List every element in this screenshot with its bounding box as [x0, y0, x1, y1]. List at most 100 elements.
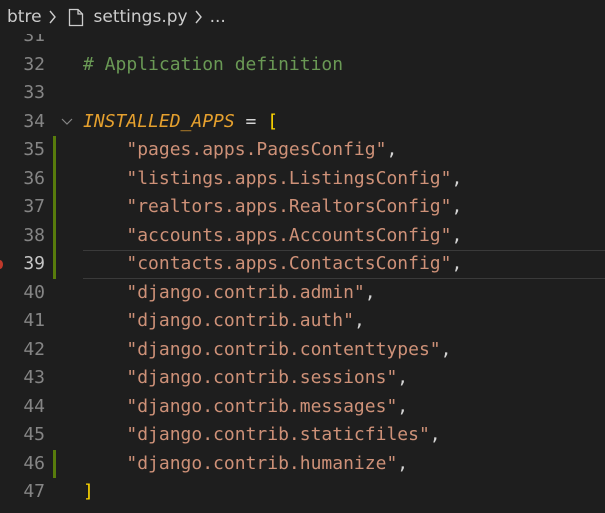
- breadcrumb-folder[interactable]: btre: [7, 7, 42, 27]
- line-number: 40: [23, 281, 45, 303]
- token-punc: ,: [451, 196, 463, 217]
- code-line[interactable]: 34 INSTALLED_APPS = [: [0, 108, 605, 137]
- chevron-right-icon: [188, 10, 210, 24]
- token-comment: # Application definition: [83, 53, 344, 75]
- token-str: "accounts.apps.AccountsConfig": [126, 224, 452, 246]
- modified-line-indicator[interactable]: [53, 449, 56, 478]
- code-line[interactable]: 38 "accounts.apps.AccountsConfig",: [0, 221, 605, 251]
- code-text: "contacts.apps.ContactsConfig",: [83, 250, 462, 279]
- line-number: 35: [23, 139, 45, 160]
- line-number: 44: [23, 395, 45, 417]
- code-line[interactable]: 47]: [0, 478, 605, 507]
- token-punc: ,: [451, 253, 463, 274]
- code-text: "accounts.apps.AccountsConfig",: [83, 222, 462, 251]
- token-str: "contacts.apps.ContactsConfig": [126, 253, 452, 274]
- code-line[interactable]: 36 "listings.apps.ListingsConfig",: [0, 164, 605, 194]
- code-line[interactable]: 37 "realtors.apps.RealtorsConfig",: [0, 193, 605, 222]
- modified-line-indicator[interactable]: [53, 221, 56, 250]
- code-text: "pages.apps.PagesConfig",: [83, 136, 397, 165]
- token-str: "django.contrib.auth": [126, 310, 354, 331]
- token-str: "django.contrib.contenttypes": [126, 338, 441, 360]
- modified-line-indicator[interactable]: [53, 136, 56, 165]
- token-str: "django.contrib.humanize": [126, 452, 398, 474]
- line-number: 34: [23, 110, 45, 132]
- line-number: 45: [23, 424, 45, 445]
- token-punc: ,: [364, 281, 376, 303]
- token-str: "realtors.apps.RealtorsConfig": [126, 196, 452, 217]
- code-text: INSTALLED_APPS = [: [83, 108, 278, 137]
- token-punc: ,: [451, 167, 463, 189]
- fold-chevron-icon[interactable]: [58, 108, 76, 137]
- code-text: "django.contrib.messages",: [83, 393, 408, 422]
- modified-line-indicator[interactable]: [53, 193, 56, 222]
- token-const: INSTALLED_APPS: [83, 110, 235, 132]
- file-icon: [64, 8, 88, 27]
- token-punc: ,: [386, 139, 398, 160]
- token-punc: ,: [397, 367, 409, 388]
- token-str: "django.contrib.messages": [126, 395, 398, 417]
- code-line[interactable]: 43 "django.contrib.sessions",: [0, 364, 605, 393]
- token-bracket: ]: [83, 481, 94, 502]
- code-text: "django.contrib.sessions",: [83, 364, 408, 393]
- line-number: 47: [23, 481, 45, 502]
- token-punc: ,: [440, 338, 452, 360]
- code-line[interactable]: 40 "django.contrib.admin",: [0, 279, 605, 308]
- token-bracket: [: [267, 110, 279, 132]
- code-text: "realtors.apps.RealtorsConfig",: [83, 193, 462, 222]
- token-str: "django.contrib.staticfiles": [126, 424, 430, 445]
- line-number: 46: [23, 452, 45, 474]
- breadcrumb: btre settings.py ...: [0, 0, 605, 34]
- breadcrumb-symbol[interactable]: ...: [210, 7, 226, 27]
- code-text: # Application definition: [83, 51, 343, 80]
- modified-line-indicator[interactable]: [53, 164, 56, 193]
- code-lines[interactable]: 31 32 # Application definition 33 34 INSTALLE…: [0, 22, 605, 507]
- token-op: =: [234, 110, 268, 132]
- code-line[interactable]: 42 "django.contrib.contenttypes",: [0, 336, 605, 365]
- modified-line-indicator[interactable]: [53, 250, 56, 279]
- code-editor[interactable]: btre settings.py ... 31 32 # Application d…: [0, 0, 605, 513]
- line-number: 42: [23, 338, 45, 360]
- code-line[interactable]: 46 "django.contrib.humanize",: [0, 449, 605, 479]
- breadcrumb-file[interactable]: settings.py: [94, 7, 188, 27]
- code-line[interactable]: 45 "django.contrib.staticfiles",: [0, 421, 605, 450]
- line-number: 32: [23, 53, 45, 75]
- line-number: 39: [23, 253, 45, 274]
- code-line[interactable]: 33: [0, 79, 605, 108]
- chevron-right-icon: [42, 10, 64, 24]
- token-str: "django.contrib.admin": [126, 281, 365, 303]
- token-str: "listings.apps.ListingsConfig": [126, 167, 452, 189]
- code-line[interactable]: 32 # Application definition: [0, 51, 605, 80]
- token-punc: ,: [451, 224, 463, 246]
- token-punc: ,: [353, 310, 365, 331]
- code-text: "django.contrib.humanize",: [83, 450, 408, 479]
- line-number: 38: [23, 224, 45, 246]
- code-line[interactable]: 35 "pages.apps.PagesConfig",: [0, 136, 605, 165]
- line-number: 43: [23, 367, 45, 388]
- code-text: "django.contrib.auth",: [83, 307, 365, 336]
- token-punc: ,: [397, 395, 409, 417]
- line-number: 37: [23, 196, 45, 217]
- code-text: "listings.apps.ListingsConfig",: [83, 165, 462, 194]
- line-number: 41: [23, 310, 45, 331]
- token-str: "pages.apps.PagesConfig": [126, 139, 387, 160]
- code-line[interactable]: 41 "django.contrib.auth",: [0, 307, 605, 336]
- token-str: "django.contrib.sessions": [126, 367, 398, 388]
- code-text: "django.contrib.admin",: [83, 279, 376, 308]
- code-line[interactable]: 39 "contacts.apps.ContactsConfig",: [0, 250, 605, 279]
- token-punc: ,: [397, 452, 409, 474]
- line-number: 33: [23, 82, 45, 103]
- token-punc: ,: [429, 424, 441, 445]
- code-line[interactable]: 44 "django.contrib.messages",: [0, 393, 605, 422]
